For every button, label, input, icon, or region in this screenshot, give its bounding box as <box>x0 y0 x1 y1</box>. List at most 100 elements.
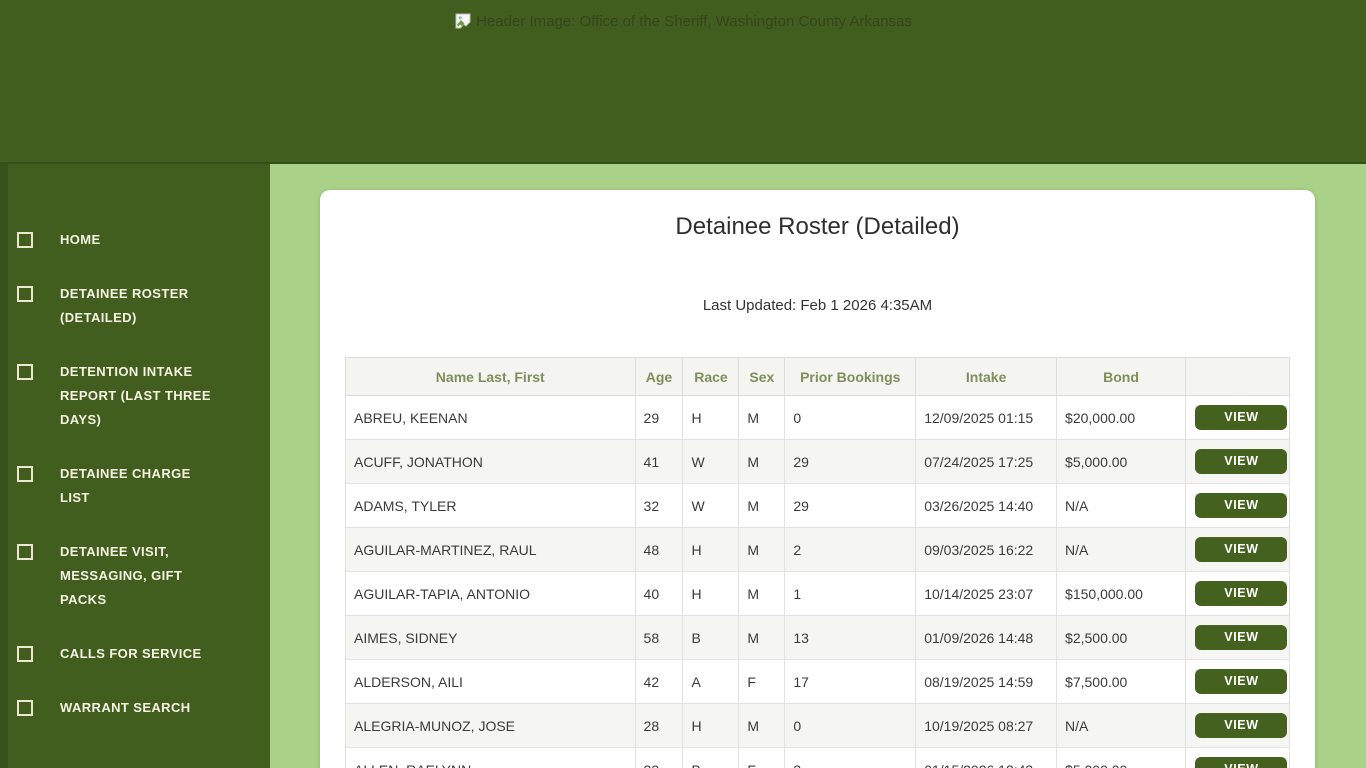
cell-bond: $2,500.00 <box>1056 615 1186 660</box>
cell-bond: N/A <box>1056 527 1186 572</box>
cell-intake: 09/03/2025 16:22 <box>915 527 1058 572</box>
cell-bond: $5,000.00 <box>1056 439 1186 484</box>
cell-race: A <box>682 659 740 704</box>
view-button[interactable]: VIEW <box>1195 713 1288 738</box>
table-row: ADAMS, TYLER 32 W M 29 03/26/2025 14:40 N/A VIE… <box>345 483 1291 528</box>
sidebar-item-warrant-search[interactable]: WARRANT SEARCH <box>0 696 270 720</box>
cell-intake: 08/19/2025 14:59 <box>915 659 1058 704</box>
cell-age: 29 <box>634 395 684 440</box>
cell-prior-bookings: 13 <box>784 615 917 660</box>
column-header-bond: Bond <box>1056 357 1186 396</box>
cell-action: VIEW <box>1184 483 1291 528</box>
cell-intake: 03/26/2025 14:40 <box>915 483 1058 528</box>
view-button[interactable]: VIEW <box>1195 757 1288 768</box>
sidebar-item-label: HOME <box>60 232 101 247</box>
column-header-intake: Intake <box>915 357 1058 396</box>
view-button[interactable]: VIEW <box>1195 449 1288 474</box>
cell-intake: 12/09/2025 01:15 <box>915 395 1058 440</box>
column-header-sex: Sex <box>738 357 786 396</box>
cell-sex: M <box>738 703 786 748</box>
header-alt-text: Header Image: Office of the Sheriff, Was… <box>476 12 912 30</box>
cell-race: H <box>682 571 740 616</box>
cell-prior-bookings: 29 <box>784 483 917 528</box>
cell-prior-bookings: 3 <box>784 747 917 768</box>
cell-race: B <box>682 747 740 768</box>
cell-age: 32 <box>634 483 684 528</box>
cell-age: 58 <box>634 615 684 660</box>
cell-action: VIEW <box>1184 615 1291 660</box>
cell-name: ALLEN, RAELYNN <box>345 747 636 768</box>
broken-image-icon <box>17 544 33 560</box>
view-button[interactable]: VIEW <box>1195 493 1288 518</box>
detainee-roster-table: Name Last, First Age Race Sex Prior Book… <box>345 357 1291 768</box>
view-button[interactable]: VIEW <box>1195 625 1288 650</box>
cell-name: ALEGRIA-MUNOZ, JOSE <box>345 703 636 748</box>
sidebar-item-label: DETAINEE CHARGE LIST <box>60 466 191 505</box>
table-row: AGUILAR-TAPIA, ANTONIO 40 H M 1 10/14/2025 23… <box>345 571 1291 616</box>
broken-image-icon <box>17 364 33 380</box>
cell-action: VIEW <box>1184 747 1291 768</box>
cell-action: VIEW <box>1184 659 1291 704</box>
cell-action: VIEW <box>1184 395 1291 440</box>
cell-sex: M <box>738 483 786 528</box>
page-title: Detainee Roster (Detailed) <box>675 213 960 240</box>
table-row: AGUILAR-MARTINEZ, RAUL 48 H M 2 09/03/2025 16… <box>345 527 1291 572</box>
header-image-placeholder: Header Image: Office of the Sheriff, Was… <box>0 12 1366 30</box>
table-row: ALLEN, RAELYNN33BF301/15/2026 12:43$5,00… <box>345 747 1291 768</box>
cell-sex: M <box>738 527 786 572</box>
cell-race: H <box>682 395 740 440</box>
column-header-age: Age <box>634 357 684 396</box>
view-button[interactable]: VIEW <box>1195 581 1288 606</box>
sidebar-item-detainee-visit-messaging-gift-packs[interactable]: DETAINEE VISIT, MESSAGING, GIFT PACKS <box>0 540 270 612</box>
last-updated-text: Last Updated: Feb 1 2026 4:35AM <box>702 297 933 314</box>
cell-age: 28 <box>634 703 684 748</box>
cell-prior-bookings: 29 <box>784 439 917 484</box>
sidebar-item-label: WARRANT SEARCH <box>60 700 191 715</box>
cell-race: H <box>682 527 740 572</box>
cell-race: W <box>682 483 740 528</box>
broken-image-icon <box>17 232 33 248</box>
cell-name: ADAMS, TYLER <box>345 483 636 528</box>
sidebar-item-calls-for-service[interactable]: CALLS FOR SERVICE <box>0 642 270 666</box>
table-row: ABREU, KEENAN 29 H M 0 12/09/2025 01:15 $20,00… <box>345 395 1291 440</box>
cell-sex: M <box>738 571 786 616</box>
cell-intake: 01/09/2026 14:48 <box>915 615 1058 660</box>
cell-age: 48 <box>634 527 684 572</box>
table-row: ALEGRIA-MUNOZ, JOSE 28 H M 0 10/19/2025 08:27… <box>345 703 1291 748</box>
cell-intake: 07/24/2025 17:25 <box>915 439 1058 484</box>
column-header-race: Race <box>682 357 740 396</box>
cell-age: 33 <box>634 747 684 768</box>
cell-name: AGUILAR-MARTINEZ, RAUL <box>345 527 636 572</box>
sidebar-item-detainee-charge-list[interactable]: DETAINEE CHARGE LIST <box>0 462 270 510</box>
view-button[interactable]: VIEW <box>1195 405 1288 430</box>
broken-image-icon <box>17 286 33 302</box>
sidebar-item-label: CALLS FOR SERVICE <box>60 646 202 661</box>
cell-race: H <box>682 703 740 748</box>
cell-bond: $5,000.00 <box>1056 747 1186 768</box>
cell-prior-bookings: 17 <box>784 659 917 704</box>
column-header-name: Name Last, First <box>345 357 636 396</box>
cell-sex: M <box>738 615 786 660</box>
cell-age: 42 <box>634 659 684 704</box>
cell-intake: 01/15/2026 12:43 <box>915 747 1058 768</box>
cell-race: W <box>682 439 740 484</box>
cell-sex: M <box>738 395 786 440</box>
sidebar-item-home[interactable]: HOME <box>0 228 270 252</box>
cell-prior-bookings: 0 <box>784 395 917 440</box>
broken-image-icon <box>17 700 33 716</box>
cell-race: B <box>682 615 740 660</box>
cell-name: ALDERSON, AILI <box>345 659 636 704</box>
cell-bond: N/A <box>1056 483 1186 528</box>
cell-action: VIEW <box>1184 703 1291 748</box>
view-button[interactable]: VIEW <box>1195 669 1288 694</box>
view-button[interactable]: VIEW <box>1195 537 1288 562</box>
content-card: Detainee Roster (Detailed) Last Updated:… <box>320 190 1315 768</box>
sidebar-item-label: DETENTION INTAKE REPORT (LAST THREE DAYS… <box>60 364 211 427</box>
table-row: ACUFF, JONATHON 41 W M 29 07/24/2025 17:25 $5,… <box>345 439 1291 484</box>
sidebar-item-detention-intake-report[interactable]: DETENTION INTAKE REPORT (LAST THREE DAYS… <box>0 360 270 432</box>
cell-age: 40 <box>634 571 684 616</box>
header-banner: Header Image: Office of the Sheriff, Was… <box>0 0 1366 164</box>
cell-name: ACUFF, JONATHON <box>345 439 636 484</box>
sidebar-item-detainee-roster-detailed[interactable]: DETAINEE ROSTER (DETAILED) <box>0 282 270 330</box>
cell-name: ABREU, KEENAN <box>345 395 636 440</box>
